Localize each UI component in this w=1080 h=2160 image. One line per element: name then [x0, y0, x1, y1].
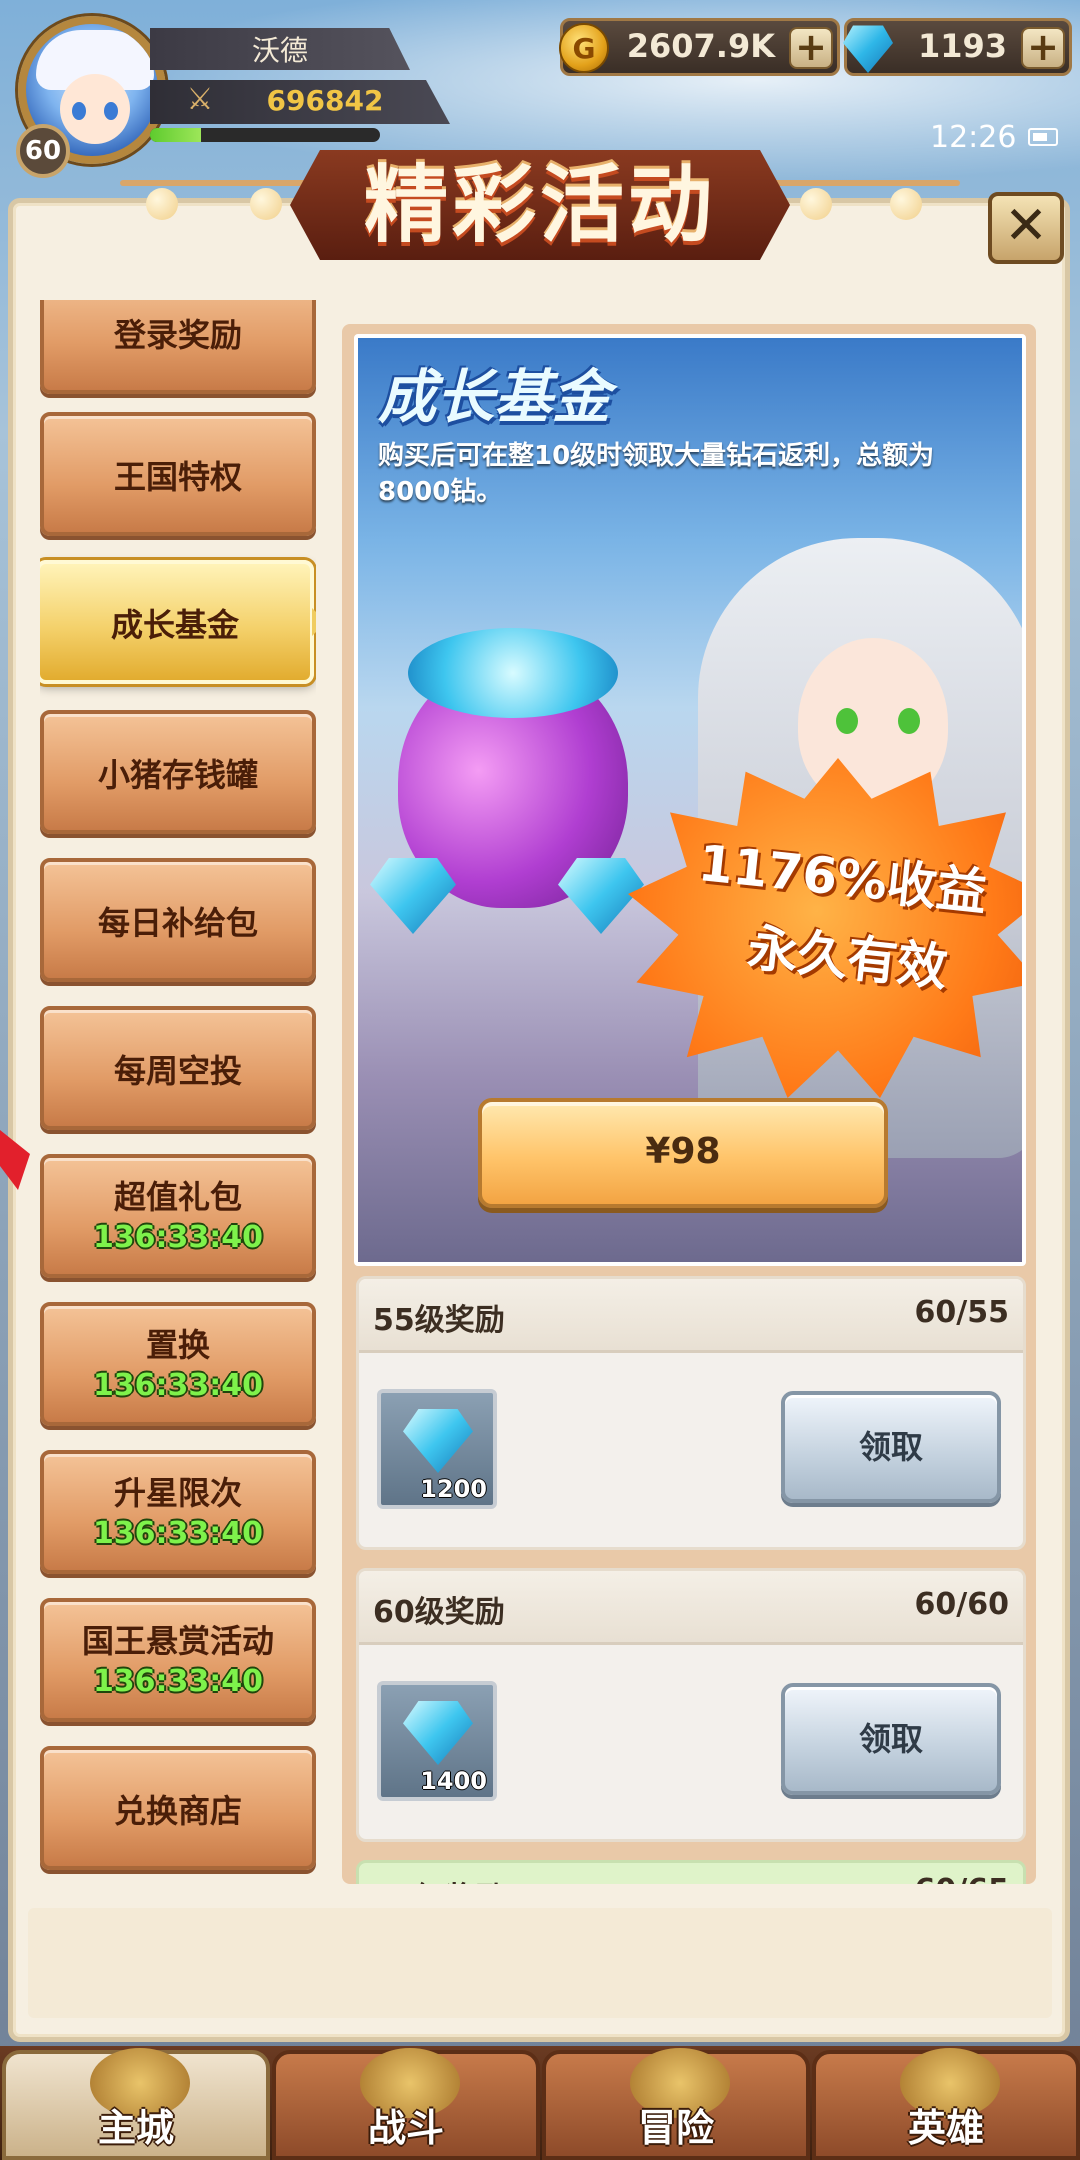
- reward-title: 60级奖励: [373, 1595, 505, 1630]
- player-level-badge: 60: [16, 124, 70, 178]
- crossed-swords-icon: ⚔: [186, 82, 214, 117]
- tab-label: 战斗: [367, 2106, 444, 2150]
- close-button[interactable]: ✕: [988, 192, 1064, 264]
- growth-fund-banner: 成长基金 购买后可在整10级时领取大量钻石返利，总额为8000钻。 1176%收…: [354, 334, 1026, 1266]
- diamond-icon: [403, 1701, 473, 1765]
- reward-progress: 60/55: [914, 1295, 1009, 1330]
- player-name: 沃德: [150, 28, 410, 70]
- reward-item-count: 1400: [420, 1767, 487, 1795]
- reward-header: 55级奖励 60/55: [359, 1279, 1023, 1353]
- player-power: 696842: [266, 84, 384, 117]
- menu-item-growth-fund[interactable]: 成长基金: [40, 560, 316, 684]
- activity-menu: 登录奖励 王国特权 成长基金 小猪存钱罐 每日补给包 每周空投 超值礼包 136…: [40, 300, 316, 1890]
- menu-item-timer: 136:33:40: [92, 1220, 264, 1255]
- tab-battle[interactable]: 战斗: [272, 2048, 540, 2160]
- reward-item-count: 1200: [420, 1475, 487, 1503]
- reward-card-partial: 65级奖励 60/65: [356, 1860, 1026, 1884]
- reward-header: 60级奖励 60/60: [359, 1571, 1023, 1645]
- diamond-icon: [403, 1409, 473, 1473]
- bag-gems-icon: [408, 628, 618, 718]
- menu-item-kingdom-privilege[interactable]: 王国特权: [40, 412, 316, 536]
- reward-item-slot[interactable]: 1200: [377, 1389, 497, 1509]
- battery-icon: [1028, 128, 1058, 146]
- banner-title: 成长基金: [378, 363, 611, 431]
- menu-item-label: 每周空投: [113, 1052, 242, 1090]
- menu-item-label: 国王悬赏活动: [81, 1622, 274, 1660]
- menu-item-label: 升星限次: [113, 1474, 242, 1512]
- tab-label: 冒险: [637, 2106, 714, 2150]
- claim-button[interactable]: 领取: [781, 1391, 1001, 1503]
- banner-description: 购买后可在整10级时领取大量钻石返利，总额为8000钻。: [378, 441, 935, 507]
- menu-item-piggy-bank[interactable]: 小猪存钱罐: [40, 710, 316, 834]
- reward-title: 55级奖励: [373, 1303, 505, 1338]
- menu-item-label: 登录奖励: [113, 316, 242, 354]
- reward-progress: 60/65: [915, 1873, 1009, 1884]
- gold-amount: 2607.9K: [626, 27, 775, 65]
- reward-item-slot[interactable]: 1400: [377, 1681, 497, 1801]
- character-eye: [836, 708, 858, 734]
- menu-item-label: 超值礼包: [113, 1178, 242, 1216]
- avatar-eye-left: [72, 102, 86, 120]
- menu-item-label: 小猪存钱罐: [97, 756, 258, 794]
- reward-card: 55级奖励 60/55 1200 领取: [356, 1276, 1026, 1550]
- panel-footer: [28, 1908, 1052, 2018]
- bead-icon: [250, 188, 282, 220]
- menu-item-king-bounty[interactable]: 国王悬赏活动 136:33:40: [40, 1598, 316, 1722]
- menu-item-label: 王国特权: [113, 458, 242, 496]
- menu-item-label: 成长基金: [110, 606, 239, 644]
- menu-item-label: 置换: [145, 1326, 210, 1364]
- menu-item-label: 每日补给包: [97, 904, 258, 942]
- tab-hero[interactable]: 英雄: [812, 2048, 1080, 2160]
- tab-main-city[interactable]: 主城: [2, 2048, 270, 2160]
- reward-card: 60级奖励 60/60 1400 领取: [356, 1568, 1026, 1842]
- menu-item-login-reward[interactable]: 登录奖励: [40, 300, 316, 394]
- menu-item-weekly-airdrop[interactable]: 每周空投: [40, 1006, 316, 1130]
- menu-item-daily-supply[interactable]: 每日补给包: [40, 858, 316, 982]
- menu-item-exchange-shop[interactable]: 兑换商店: [40, 1746, 316, 1870]
- gem-amount: 1193: [917, 27, 1007, 65]
- tab-label: 英雄: [907, 2106, 984, 2150]
- page-title: 精彩活动: [363, 156, 716, 254]
- avatar-face: [60, 74, 130, 144]
- bead-icon: [890, 188, 922, 220]
- claim-button[interactable]: 领取: [781, 1683, 1001, 1795]
- reward-progress: 60/60: [914, 1587, 1009, 1622]
- menu-item-label: 兑换商店: [113, 1792, 242, 1830]
- avatar-eye-right: [104, 102, 118, 120]
- character-eye: [898, 708, 920, 734]
- exp-bar-fill: [150, 128, 201, 142]
- bead-icon: [146, 188, 178, 220]
- exp-bar: [150, 128, 380, 142]
- diamond-icon: [843, 25, 893, 73]
- gold-resource: G 2607.9K +: [559, 18, 840, 76]
- menu-item-timer: 136:33:40: [92, 1516, 264, 1551]
- gold-coin-icon: G: [559, 23, 609, 73]
- menu-item-exchange[interactable]: 置换 136:33:40: [40, 1302, 316, 1426]
- add-gems-button[interactable]: +: [1021, 27, 1065, 69]
- bead-icon: [800, 188, 832, 220]
- menu-item-value-pack[interactable]: 超值礼包 136:33:40: [40, 1154, 316, 1278]
- menu-item-timer: 136:33:40: [92, 1664, 264, 1699]
- tab-adventure[interactable]: 冒险: [542, 2048, 810, 2160]
- status-time: 12:26: [930, 120, 1017, 155]
- reward-title: 65级奖励: [373, 1873, 505, 1884]
- menu-item-star-limit[interactable]: 升星限次 136:33:40: [40, 1450, 316, 1574]
- tab-label: 主城: [97, 2106, 174, 2150]
- buy-fund-button[interactable]: ¥98: [478, 1098, 888, 1208]
- activity-content: 成长基金 购买后可在整10级时领取大量钻石返利，总额为8000钻。 1176%收…: [342, 324, 1036, 1884]
- diamond-icon: [370, 858, 456, 934]
- menu-item-timer: 136:33:40: [92, 1368, 264, 1403]
- add-gold-button[interactable]: +: [789, 27, 833, 69]
- gem-resource: 1193 +: [843, 18, 1072, 76]
